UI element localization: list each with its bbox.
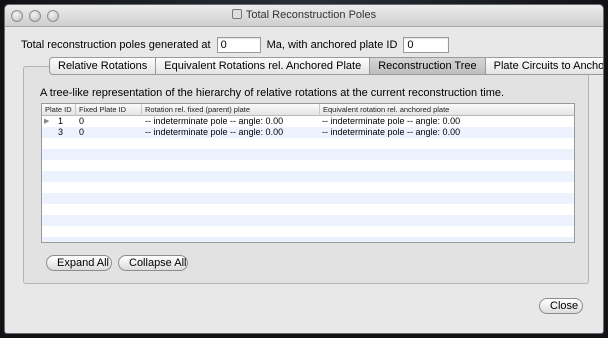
tab-plate-circuits[interactable]: Plate Circuits to Anchored Plate bbox=[485, 57, 603, 75]
panel-description: A tree-like representation of the hierar… bbox=[40, 87, 505, 99]
column-header-fixed-plate-id[interactable]: Fixed Plate ID bbox=[76, 104, 142, 116]
cell-rotation: -- indeterminate pole -- angle: 0.00 bbox=[145, 127, 284, 137]
column-header-rotation[interactable]: Rotation rel. fixed (parent) plate bbox=[142, 104, 320, 116]
disclosure-triangle-icon[interactable]: ▶ bbox=[44, 116, 52, 127]
tree-rows: ▶ 1 0 -- indeterminate pole -- angle: 0.… bbox=[42, 116, 574, 242]
reconstruction-tree-view[interactable]: Plate ID Fixed Plate ID Rotation rel. fi… bbox=[41, 103, 575, 243]
empty-row bbox=[42, 182, 574, 193]
cell-plate-id: 1 bbox=[58, 116, 64, 126]
title-bar[interactable]: Total Reconstruction Poles bbox=[5, 5, 603, 27]
close-button[interactable]: Close bbox=[539, 298, 583, 314]
tree-row[interactable]: ▶ 1 0 -- indeterminate pole -- angle: 0.… bbox=[42, 116, 574, 127]
empty-row bbox=[42, 149, 574, 160]
total-reconstruction-poles-dialog: Total Reconstruction Poles Total reconst… bbox=[4, 4, 604, 334]
disclosure-triangle-icon bbox=[44, 127, 52, 138]
cell-fixed-plate-id: 0 bbox=[79, 116, 85, 126]
cell-plate-id: 3 bbox=[58, 127, 64, 137]
empty-row bbox=[42, 193, 574, 204]
generated-at-label: Total reconstruction poles generated at bbox=[21, 39, 211, 51]
cell-equivalent-rotation: -- indeterminate pole -- angle: 0.00 bbox=[322, 116, 461, 126]
column-header-equivalent-rotation[interactable]: Equivalent rotation rel. anchored plate bbox=[320, 104, 574, 116]
tab-equivalent-rotations[interactable]: Equivalent Rotations rel. Anchored Plate bbox=[156, 57, 371, 75]
anchored-plate-id-field[interactable] bbox=[403, 37, 450, 53]
column-header-plate-id[interactable]: Plate ID bbox=[42, 104, 76, 116]
tab-bar: Relative Rotations Equivalent Rotations … bbox=[49, 57, 603, 75]
tab-relative-rotations[interactable]: Relative Rotations bbox=[49, 57, 157, 75]
reconstruction-time-field[interactable] bbox=[216, 37, 261, 53]
tree-header: Plate ID Fixed Plate ID Rotation rel. fi… bbox=[42, 104, 574, 116]
cell-fixed-plate-id: 0 bbox=[79, 127, 85, 137]
cell-equivalent-rotation: -- indeterminate pole -- angle: 0.00 bbox=[322, 127, 461, 137]
window-title-text: Total Reconstruction Poles bbox=[245, 9, 377, 21]
cell-rotation: -- indeterminate pole -- angle: 0.00 bbox=[145, 116, 284, 126]
expand-all-button[interactable]: Expand All bbox=[46, 255, 112, 271]
window-icon bbox=[231, 9, 242, 19]
anchored-plate-label: Ma, with anchored plate ID bbox=[266, 39, 398, 51]
window-title: Total Reconstruction Poles bbox=[5, 9, 603, 21]
empty-row bbox=[42, 237, 574, 242]
tab-reconstruction-tree[interactable]: Reconstruction Tree bbox=[370, 57, 486, 75]
empty-row bbox=[42, 171, 574, 182]
tab-panel-reconstruction-tree: A tree-like representation of the hierar… bbox=[23, 66, 589, 284]
empty-row bbox=[42, 204, 574, 215]
empty-row bbox=[42, 160, 574, 171]
collapse-all-button[interactable]: Collapse All bbox=[118, 255, 188, 271]
reconstruction-time-row: Total reconstruction poles generated at … bbox=[21, 37, 450, 53]
tree-row[interactable]: 3 0 -- indeterminate pole -- angle: 0.00… bbox=[42, 127, 574, 138]
empty-row bbox=[42, 138, 574, 149]
empty-row bbox=[42, 226, 574, 237]
empty-row bbox=[42, 215, 574, 226]
